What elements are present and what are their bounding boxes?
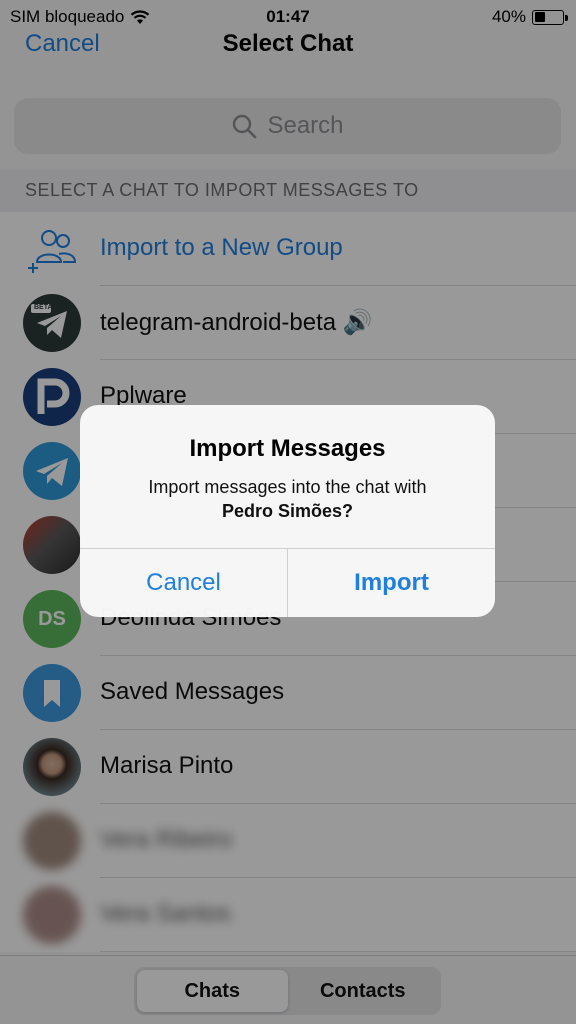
alert-buttons: Cancel Import (80, 548, 495, 617)
alert-cancel-button[interactable]: Cancel (80, 549, 287, 617)
alert-message-name: Pedro Simões? (221, 501, 354, 521)
alert-import-button[interactable]: Import (287, 549, 495, 617)
alert-message: Import messages into the chat with Pedro… (100, 475, 475, 523)
alert-message-text: Import messages into the chat with (148, 477, 427, 497)
alert-title: Import Messages (189, 435, 386, 462)
screen: SIM bloqueado 01:47 40% Cancel Select Ch… (0, 0, 576, 1024)
import-alert-dialog: Import Messages Import messages into the… (80, 405, 495, 617)
